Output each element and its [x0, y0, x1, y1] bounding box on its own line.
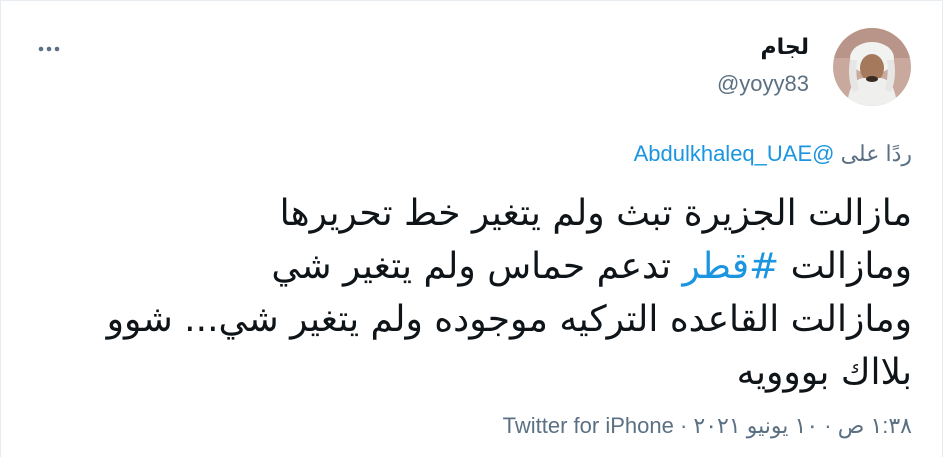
user-handle[interactable]: @yoyy83: [717, 71, 809, 97]
tweet-date[interactable]: ١٠ يونيو ٢٠٢١: [693, 413, 818, 438]
hashtag-link[interactable]: #قطر: [682, 246, 779, 287]
tweet-text-segment: تدعم حماس ولم يتغير شي: [271, 246, 683, 287]
tweet-metadata: ١:٣٨ ص · ١٠ يونيو ٢٠٢١ · Twitter for iPh…: [503, 413, 912, 439]
tweet-line: ومازالت #قطر تدعم حماس ولم يتغير شي: [27, 240, 912, 293]
more-horizontal-icon: [37, 38, 61, 57]
meta-separator: ·: [818, 413, 838, 438]
replying-to-label: ردًا على: [834, 141, 912, 166]
tweet-line: بلااك بووويه: [736, 352, 912, 393]
tweet-timestamp[interactable]: ١:٣٨ ص: [838, 413, 912, 438]
meta-separator: ·: [673, 413, 694, 438]
tweet-line: ومازالت القاعده التركيه موجوده ولم يتغير…: [106, 299, 912, 340]
tweet-card: لجام @yoyy83 ردًا على @Abdulkhaleq_UAE م…: [0, 0, 943, 457]
more-options-button[interactable]: [31, 29, 67, 65]
avatar[interactable]: [833, 28, 911, 106]
user-display-name[interactable]: لجام: [760, 35, 809, 60]
tweet-source[interactable]: Twitter for iPhone: [503, 413, 674, 438]
reply-mention-link[interactable]: @Abdulkhaleq_UAE: [634, 141, 835, 166]
tweet-text: مازالت الجزيرة تبث ولم يتغير خط تحريرها …: [27, 187, 912, 399]
replying-to: ردًا على @Abdulkhaleq_UAE: [634, 141, 912, 167]
tweet-line: مازالت الجزيرة تبث ولم يتغير خط تحريرها: [279, 193, 912, 234]
tweet-text-segment: ومازالت: [779, 246, 912, 287]
